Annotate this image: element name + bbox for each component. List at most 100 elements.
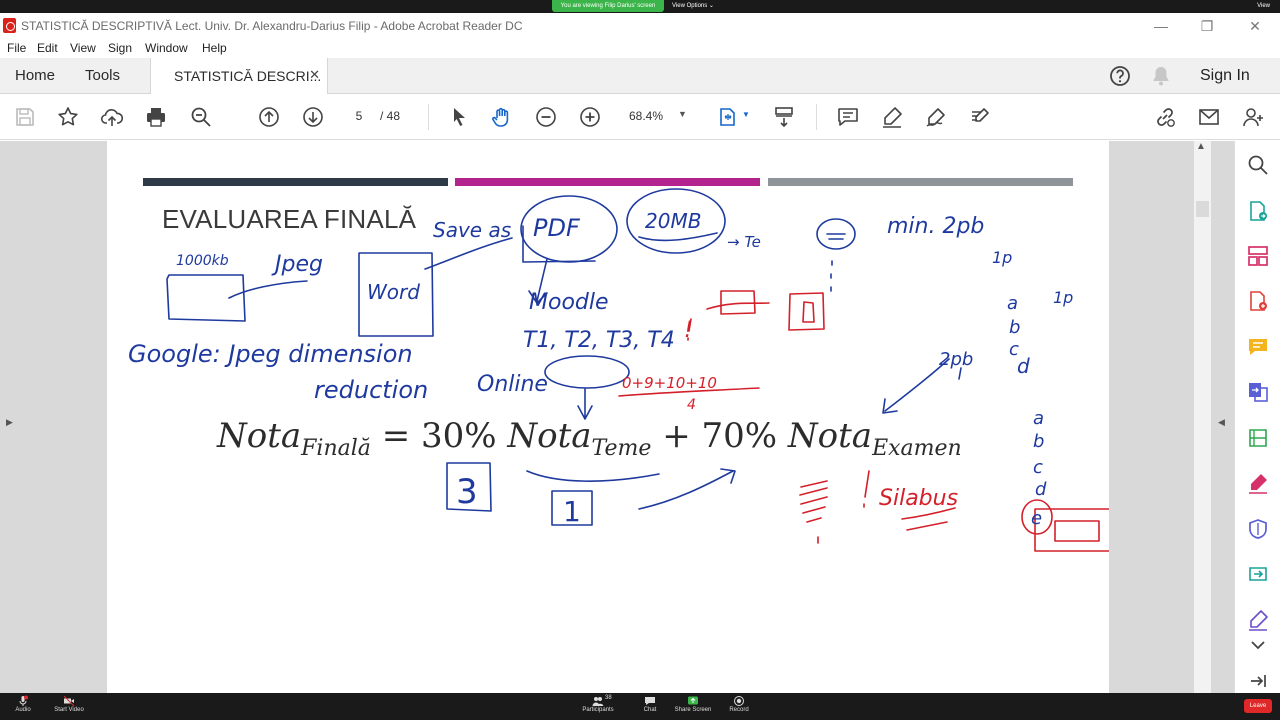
share-screen-button[interactable]: Share Screen xyxy=(674,695,712,713)
ink-1000kb: 1000kb xyxy=(176,253,229,269)
tools-panel xyxy=(1234,141,1280,693)
print-icon[interactable] xyxy=(144,105,168,129)
tab-document-label: STATISTICĂ DESCRI... xyxy=(174,68,322,84)
participants-count: 38 xyxy=(605,695,612,701)
menu-help[interactable]: Help xyxy=(202,41,227,55)
share-screen-label: Share Screen xyxy=(674,707,712,713)
ink-word: Word xyxy=(367,280,420,304)
send-for-review-icon[interactable] xyxy=(1246,562,1270,586)
bell-icon[interactable] xyxy=(1149,64,1173,88)
chat-label: Chat xyxy=(643,707,657,713)
tab-tools[interactable]: Tools xyxy=(85,67,120,84)
record-label: Record xyxy=(729,707,749,713)
edit-pen-icon[interactable] xyxy=(1246,608,1270,632)
close-icon[interactable]: ✕ xyxy=(309,67,320,83)
leave-button[interactable]: Leave xyxy=(1244,699,1272,713)
ink-1p-a: 1p xyxy=(992,248,1012,267)
chat-button[interactable]: Chat xyxy=(638,695,662,713)
organize-pages-icon[interactable] xyxy=(1246,244,1270,268)
collapse-panel-icon[interactable] xyxy=(1246,669,1270,693)
record-icon xyxy=(734,696,744,706)
right-panel-toggle-icon[interactable]: ◀ xyxy=(1218,417,1225,428)
chevron-down-icon[interactable]: ▼ xyxy=(742,110,750,119)
video-camera-icon xyxy=(63,695,75,707)
minimize-button[interactable]: — xyxy=(1146,17,1176,35)
record-button[interactable]: Record xyxy=(726,695,752,713)
ink-google: Google: Jpeg dimension xyxy=(128,340,413,368)
menu-bar: File Edit View Sign Window Help xyxy=(0,39,1280,58)
create-pdf-icon[interactable] xyxy=(1246,289,1270,313)
zoom-in-icon[interactable] xyxy=(578,105,602,129)
ink-letter-c2: c xyxy=(1033,457,1043,478)
sign-in-button[interactable]: Sign In xyxy=(1200,67,1250,85)
ink-reduction: reduction xyxy=(314,376,428,404)
share-link-icon[interactable] xyxy=(1153,105,1177,129)
acrobat-app-icon xyxy=(3,18,16,33)
title-bar: STATISTICĂ DESCRIPTIVĂ Lect. Univ. Dr. A… xyxy=(0,13,1280,39)
menu-view[interactable]: View xyxy=(70,41,96,55)
menu-sign[interactable]: Sign xyxy=(108,41,132,55)
export-pdf-icon[interactable] xyxy=(1246,199,1270,223)
protect-shield-icon[interactable] xyxy=(1246,517,1270,541)
add-user-icon[interactable] xyxy=(1241,105,1265,129)
ink-letter-d2: d xyxy=(1035,479,1047,500)
zoom-level[interactable]: 68.4% xyxy=(620,109,672,123)
scroll-thumb[interactable] xyxy=(1196,201,1209,217)
participants-label: Participants xyxy=(582,707,614,713)
page-number-input[interactable] xyxy=(342,105,376,127)
screen: You are viewing Filip Darius' screen Vie… xyxy=(0,0,1280,720)
zoom-out-magnifier-icon[interactable] xyxy=(189,105,213,129)
chevron-down-icon[interactable]: ▼ xyxy=(678,109,687,119)
combine-files-icon[interactable] xyxy=(1246,380,1270,404)
tab-document[interactable]: STATISTICĂ DESCRI... ✕ xyxy=(150,58,328,94)
ink-red-silabus: Silabus xyxy=(879,486,958,511)
toolbar-divider xyxy=(816,104,817,130)
ink-jpeg: Jpeg xyxy=(271,252,323,277)
close-window-button[interactable]: ✕ xyxy=(1240,17,1270,35)
chat-icon xyxy=(645,697,655,705)
scroll-up-icon[interactable]: ▲ xyxy=(1196,141,1206,152)
menu-window[interactable]: Window xyxy=(145,41,188,55)
highlight-pen-icon[interactable] xyxy=(880,105,904,129)
search-icon[interactable] xyxy=(1246,153,1270,177)
draw-signature-icon[interactable] xyxy=(924,105,948,129)
share-screen-icon xyxy=(688,696,698,705)
select-cursor-icon[interactable] xyxy=(447,105,471,129)
scroll-mode-icon[interactable] xyxy=(772,105,796,129)
email-icon[interactable] xyxy=(1197,105,1221,129)
previous-page-icon[interactable] xyxy=(257,105,281,129)
help-icon[interactable] xyxy=(1108,64,1132,88)
ink-pdf: PDF xyxy=(533,214,581,242)
cloud-upload-icon[interactable] xyxy=(100,105,124,129)
comment-tool-icon[interactable] xyxy=(1246,335,1270,359)
left-panel-toggle-icon[interactable]: ▶ xyxy=(6,417,13,428)
fill-sign-icon[interactable] xyxy=(968,105,992,129)
zoom-out-icon[interactable] xyxy=(534,105,558,129)
ink-letter-d1: d xyxy=(1017,354,1030,378)
toolbar: / 48 68.4% ▼ ▼ xyxy=(0,94,1280,140)
view-options-button[interactable]: View Options ⌄ xyxy=(672,0,714,12)
ink-min-2pb: min. 2pb xyxy=(887,214,984,239)
chevron-down-icon: ⌄ xyxy=(708,3,714,9)
start-video-button[interactable]: Start Video xyxy=(52,695,86,713)
restore-button[interactable]: ❐ xyxy=(1192,17,1222,35)
save-icon[interactable] xyxy=(13,105,37,129)
fit-page-icon[interactable] xyxy=(716,105,740,129)
vertical-scrollbar[interactable]: ▲ xyxy=(1194,141,1211,693)
hand-tool-icon[interactable] xyxy=(490,105,514,129)
ink-letter-e2: e xyxy=(1031,508,1042,529)
comment-icon[interactable] xyxy=(836,105,860,129)
view-button[interactable]: View xyxy=(1257,0,1270,13)
audio-button[interactable]: Audio xyxy=(10,695,36,713)
ink-1p-b: 1p xyxy=(1053,288,1073,307)
ink-red-sum: 0+9+10+10 xyxy=(622,374,717,392)
star-icon[interactable] xyxy=(56,105,80,129)
tab-home[interactable]: Home xyxy=(15,67,55,84)
fill-and-sign-icon[interactable] xyxy=(1246,471,1270,495)
menu-file[interactable]: File xyxy=(7,41,26,55)
compress-pdf-icon[interactable] xyxy=(1246,426,1270,450)
next-page-icon[interactable] xyxy=(301,105,325,129)
chevron-down-icon[interactable] xyxy=(1246,634,1270,650)
menu-edit[interactable]: Edit xyxy=(37,41,58,55)
window-title: STATISTICĂ DESCRIPTIVĂ Lect. Univ. Dr. A… xyxy=(21,19,523,33)
